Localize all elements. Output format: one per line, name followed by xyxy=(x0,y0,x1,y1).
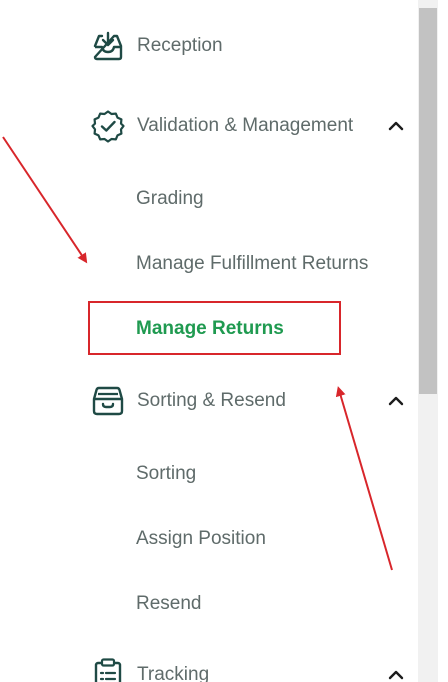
submenu-item-assign-position[interactable]: Assign Position xyxy=(136,526,266,552)
clipboard-list-icon xyxy=(90,657,126,682)
annotation-highlight-box xyxy=(88,301,341,355)
scrollbar-thumb[interactable] xyxy=(419,8,437,394)
submenu-item-resend[interactable]: Resend xyxy=(136,591,202,617)
chevron-up-icon[interactable] xyxy=(382,661,410,682)
menu-item-tracking[interactable]: Tracking xyxy=(0,653,418,682)
badge-check-icon xyxy=(90,108,126,144)
sidebar-menu: Reception Validation & Management Gradin… xyxy=(0,0,418,682)
submenu-item-manage-fulfillment-returns[interactable]: Manage Fulfillment Returns xyxy=(136,251,368,277)
menu-item-tracking-label: Tracking xyxy=(137,664,210,682)
menu-item-sorting-resend[interactable]: Sorting & Resend xyxy=(0,379,418,423)
submenu-item-sorting[interactable]: Sorting xyxy=(136,461,196,487)
menu-item-validation-management-label: Validation & Management xyxy=(137,115,354,136)
tray-box-icon xyxy=(90,383,126,419)
menu-item-reception[interactable]: Reception xyxy=(0,24,418,68)
chevron-up-icon[interactable] xyxy=(382,387,410,415)
inbox-download-icon xyxy=(90,28,126,64)
menu-item-validation-management[interactable]: Validation & Management xyxy=(0,104,418,148)
chevron-up-icon[interactable] xyxy=(382,112,410,140)
menu-item-reception-label: Reception xyxy=(137,35,223,56)
menu-item-sorting-resend-label: Sorting & Resend xyxy=(137,390,286,411)
page: Reception Validation & Management Gradin… xyxy=(0,0,448,682)
submenu-item-grading[interactable]: Grading xyxy=(136,186,204,212)
